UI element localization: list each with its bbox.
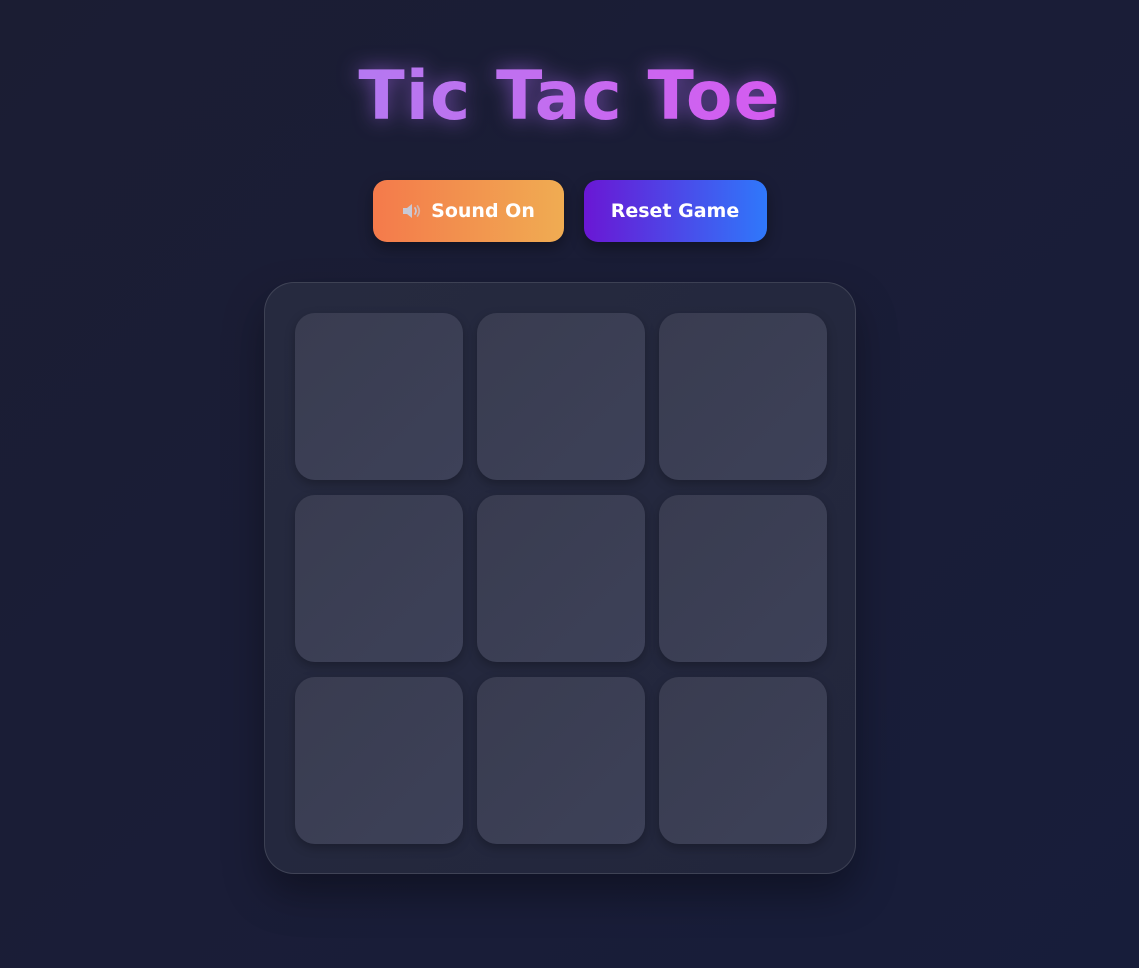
reset-game-label: Reset Game (610, 200, 740, 222)
sound-toggle-label: Sound On (431, 200, 535, 222)
board-cell[interactable] (295, 495, 463, 662)
board-cell[interactable] (477, 495, 645, 662)
speaker-icon (403, 204, 421, 218)
sound-toggle-button[interactable]: Sound On (372, 180, 564, 242)
game-title: Tic Tac Toe (0, 52, 1139, 142)
board-cell[interactable] (295, 313, 463, 480)
controls-bar: Sound On Reset Game (0, 180, 1139, 242)
reset-game-button[interactable]: Reset Game (583, 180, 767, 242)
board-cell[interactable] (659, 677, 827, 844)
game-board (264, 282, 856, 874)
board-cell[interactable] (477, 677, 645, 844)
board-cell[interactable] (477, 313, 645, 480)
board-cell[interactable] (295, 677, 463, 844)
board-cell[interactable] (659, 495, 827, 662)
board-cell[interactable] (659, 313, 827, 480)
